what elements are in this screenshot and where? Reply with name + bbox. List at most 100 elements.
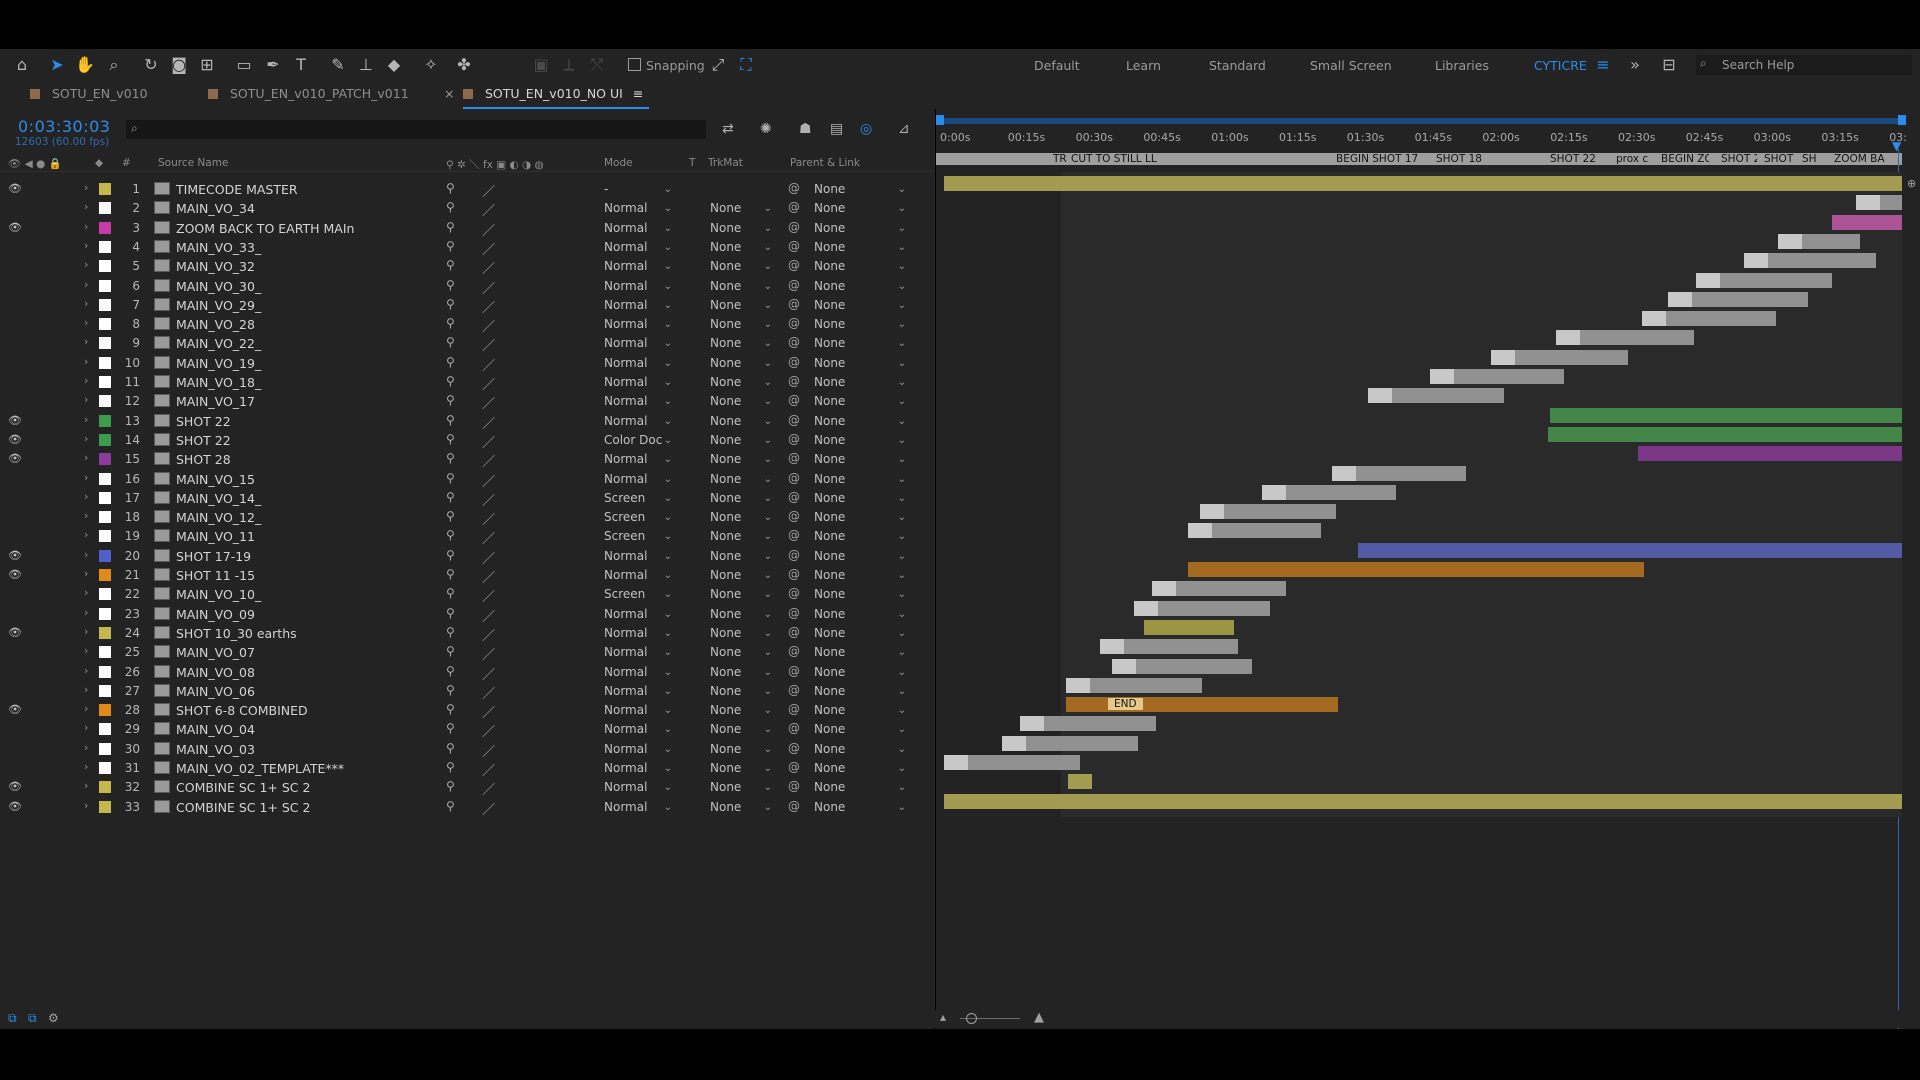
label-color-swatch[interactable] [99,723,111,736]
blend-mode-dropdown[interactable]: Normal ⌄ [604,644,676,661]
label-color-swatch[interactable] [99,646,111,659]
blend-mode-dropdown[interactable]: Screen ⌄ [604,490,676,507]
label-color-swatch[interactable] [99,626,111,639]
blend-mode-dropdown[interactable]: Screen ⌄ [604,528,676,545]
parent-dropdown[interactable]: None ⌄ [814,355,910,372]
current-timecode[interactable]: 0:03:30:03 [18,117,110,136]
layer-name[interactable]: MAIN_VO_22_ [176,336,261,351]
layer-row[interactable]: › 7 MAIN_VO_29_ ⚲ ／ Normal ⌄ None ⌄ @ None ⌄ [0,296,935,316]
label-color-swatch[interactable] [99,665,111,678]
track-matte-dropdown[interactable]: None ⌄ [710,220,776,237]
work-area-end-handle[interactable] [1898,115,1906,125]
blend-mode-dropdown[interactable]: Normal ⌄ [604,316,676,333]
blend-mode-dropdown[interactable]: Screen ⌄ [604,586,676,603]
layer-name[interactable]: MAIN_VO_02_TEMPLATE*** [176,761,344,776]
camera-tool-icon[interactable]: ◙ [168,54,190,76]
eraser-tool-icon[interactable]: ◆ [383,54,405,76]
layer-in-point[interactable] [1020,716,1044,732]
expand-chevron-icon[interactable]: › [84,220,88,233]
layer-name[interactable]: ZOOM BACK TO EARTH MAIn [176,221,354,236]
parent-pickwhip-icon[interactable]: @ [788,471,800,485]
quality-switch-icon[interactable]: ／ [482,548,495,567]
parent-dropdown[interactable]: None ⌄ [814,509,910,526]
label-color-swatch[interactable] [99,588,111,601]
parent-dropdown[interactable]: None ⌄ [814,567,910,584]
toggle-modes-icon[interactable]: ⚙ [48,1011,59,1025]
parent-dropdown[interactable]: None ⌄ [814,741,910,758]
parent-pickwhip-icon[interactable]: @ [788,702,800,716]
comp-marker[interactable]: CUT TO STILL LL [1071,153,1183,165]
label-color-swatch[interactable] [99,183,111,195]
shy-switch-icon[interactable]: ⚲ [446,741,455,755]
parent-dropdown[interactable]: None ⌄ [814,702,910,719]
tab-sotu-en-v010-no-ui[interactable]: SOTU_EN_v010_NO UI ≡ [463,81,650,109]
track-matte-dropdown[interactable]: None ⌄ [710,528,776,545]
layer-duration-bar[interactable] [944,793,1902,809]
layer-row[interactable]: › 18 MAIN_VO_12_ ⚲ ／ Screen ⌄ None ⌄ @ None ⌄ [0,508,935,528]
layer-name[interactable]: SHOT 11 -15 [176,568,255,583]
track-matte-dropdown[interactable]: None ⌄ [710,509,776,526]
blend-mode-dropdown[interactable]: Normal ⌄ [604,335,676,352]
expand-chevron-icon[interactable]: › [84,316,88,329]
parent-pickwhip-icon[interactable]: @ [788,741,800,755]
track-matte-dropdown[interactable]: None ⌄ [710,760,776,777]
layer-name[interactable]: SHOT 10_30 earths [176,626,297,641]
quality-switch-icon[interactable]: ／ [482,644,495,663]
visibility-toggle[interactable] [8,336,22,350]
parent-pickwhip-icon[interactable]: @ [788,779,800,793]
more-workspaces-icon[interactable]: » [1624,54,1646,76]
parent-pickwhip-icon[interactable]: @ [788,374,800,388]
layer-name[interactable]: MAIN_VO_10_ [176,587,261,602]
parent-pickwhip-icon[interactable]: @ [788,528,800,542]
parent-pickwhip-icon[interactable]: @ [788,586,800,600]
shy-switch-icon[interactable]: ⚲ [446,471,455,485]
layer-in-point[interactable] [1066,677,1090,693]
expand-chevron-icon[interactable]: › [84,451,88,464]
blend-mode-dropdown[interactable]: Normal ⌄ [604,741,676,758]
visibility-toggle[interactable] [8,279,22,293]
label-color-swatch[interactable] [99,530,111,543]
visibility-toggle[interactable] [8,394,22,408]
shy-switch-icon[interactable]: ⚲ [446,258,455,272]
parent-pickwhip-icon[interactable]: @ [788,625,800,639]
layer-name[interactable]: COMBINE SC 1+ SC 2 [176,780,310,795]
blend-mode-dropdown[interactable]: Normal ⌄ [604,567,676,584]
layer-name[interactable]: SHOT 17-19 [176,549,251,564]
track-matte-dropdown[interactable]: None ⌄ [710,664,776,681]
layer-in-point[interactable] [1002,735,1026,751]
layer-row[interactable]: › 6 MAIN_VO_30_ ⚲ ／ Normal ⌄ None ⌄ @ None ⌄ [0,277,935,297]
expand-chevron-icon[interactable]: › [84,393,88,406]
clone-stamp-tool-icon[interactable]: ⊥ [355,54,377,76]
visibility-eye-icon[interactable]: 👁 [8,568,22,582]
parent-pickwhip-icon[interactable]: @ [788,799,800,813]
parent-pickwhip-icon[interactable]: @ [788,644,800,658]
track-matte-dropdown[interactable]: None ⌄ [710,490,776,507]
blend-mode-dropdown[interactable]: Normal ⌄ [604,220,676,237]
label-color-swatch[interactable] [99,356,111,369]
layer-in-point[interactable] [1642,311,1666,327]
layer-in-point[interactable] [1856,195,1880,211]
blend-mode-dropdown[interactable]: Normal ⌄ [604,200,676,217]
label-color-swatch[interactable] [99,318,111,331]
track-matte-dropdown[interactable]: None ⌄ [710,432,776,449]
quality-switch-icon[interactable]: ／ [482,239,495,258]
track-matte-dropdown[interactable]: None ⌄ [710,548,776,565]
comp-marker[interactable]: TR [1053,153,1071,165]
track-matte-dropdown[interactable]: None ⌄ [710,374,776,391]
shy-switch-icon[interactable]: ⚲ [446,721,455,735]
shy-switch-icon[interactable]: ⚲ [446,644,455,658]
snap-feather-icon[interactable]: ⛶ [735,54,757,76]
label-color-swatch[interactable] [99,395,111,408]
quality-switch-icon[interactable]: ／ [482,779,495,798]
visibility-eye-icon[interactable]: 👁 [8,703,22,717]
comp-marker[interactable]: ZOOM BA [1834,153,1894,165]
expand-chevron-icon[interactable]: › [84,760,88,773]
layer-in-point[interactable] [1696,272,1720,288]
shy-switch-icon[interactable]: ⚲ [446,393,455,407]
expand-chevron-icon[interactable]: › [84,625,88,638]
layer-row[interactable]: › 31 MAIN_VO_02_TEMPLATE*** ⚲ ／ Normal ⌄ None ⌄ @… [0,759,935,779]
shy-switch-icon[interactable]: ⚲ [446,432,455,446]
blend-mode-dropdown[interactable]: Normal ⌄ [604,702,676,719]
visibility-eye-icon[interactable]: 👁 [8,452,22,466]
visibility-toggle[interactable] [8,761,22,775]
